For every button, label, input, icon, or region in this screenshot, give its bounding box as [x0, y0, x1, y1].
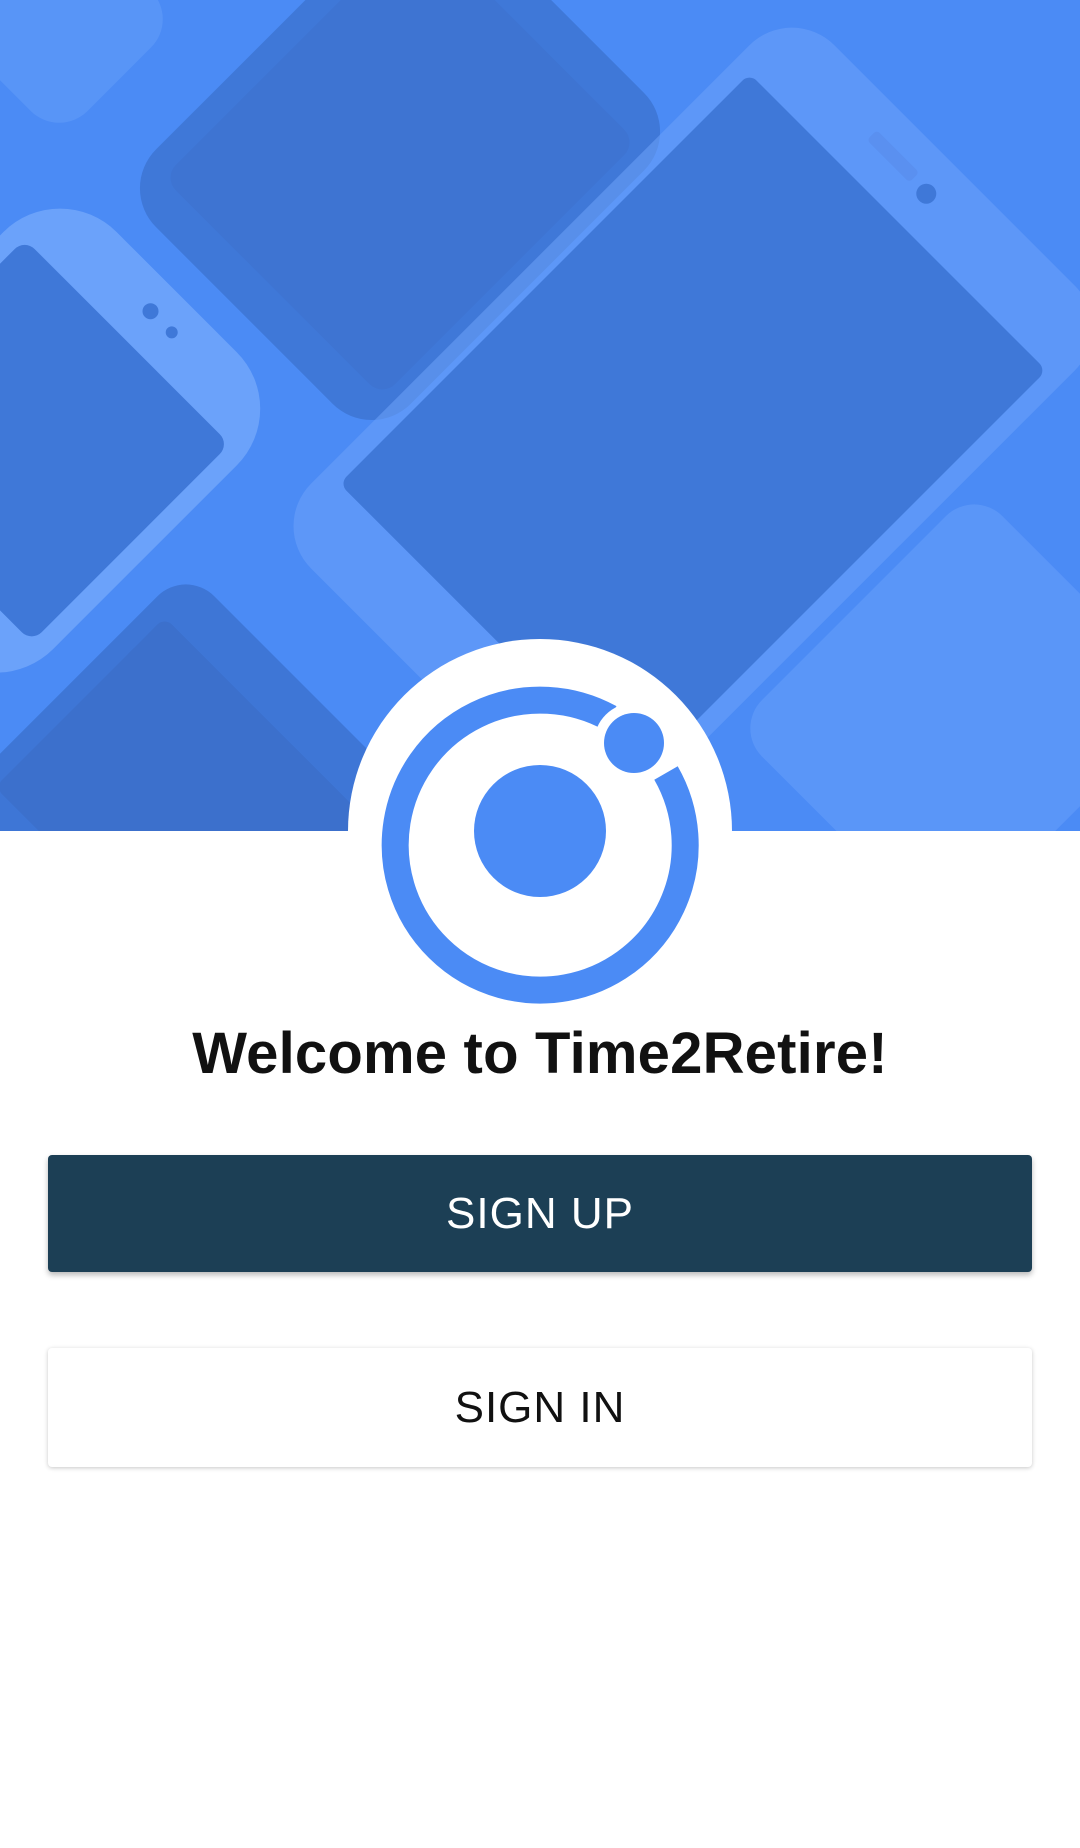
sign-up-label: SIGN UP — [446, 1188, 634, 1238]
sign-in-label: SIGN IN — [454, 1382, 626, 1432]
ionic-logo-icon — [381, 686, 699, 1004]
logo-badge — [348, 639, 732, 1023]
sign-in-button[interactable]: SIGN IN — [48, 1348, 1032, 1467]
welcome-title: Welcome to Time2Retire! — [192, 1021, 888, 1086]
sign-up-button[interactable]: SIGN UP — [48, 1155, 1032, 1272]
